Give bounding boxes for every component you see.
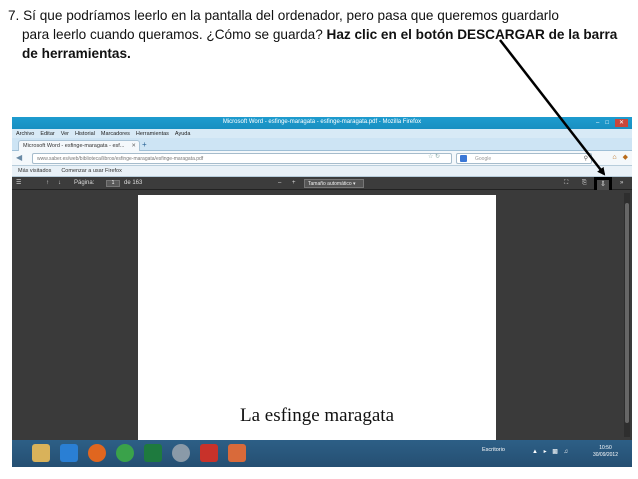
- navigation-bar: ◀ www.saber.es/web/biblioteca/libros/esf…: [12, 151, 632, 166]
- next-page-icon[interactable]: ↓: [58, 180, 61, 187]
- instruction-highlight-end: de herramientas.: [22, 46, 131, 61]
- bookmarks-bar: Más visitados Comenzar a usar Firefox: [12, 166, 632, 177]
- maximize-icon[interactable]: □: [605, 119, 609, 127]
- tab-label: Microsoft Word - esfinge-maragata - esf.…: [23, 143, 125, 149]
- pdf-heading: La esfinge maragata: [239, 405, 395, 426]
- instruction-line-1: 7. Sí que podríamos leerlo en la pantall…: [8, 8, 559, 23]
- media-player-icon[interactable]: [172, 444, 190, 462]
- tab-bar: Microsoft Word - esfinge-maragata - esf.…: [12, 138, 632, 151]
- tab-pdf[interactable]: Microsoft Word - esfinge-maragata - esf.…: [18, 140, 140, 151]
- bookmark-star-icon[interactable]: ☆ ↻: [428, 153, 440, 160]
- internet-explorer-icon[interactable]: [60, 444, 78, 462]
- menu-bar: Archivo Editar Ver Historial Marcadores …: [12, 129, 632, 138]
- page-label: Página:: [74, 180, 95, 186]
- window-title: Microsoft Word - esfinge-maragata - esfi…: [222, 119, 422, 125]
- zoom-in-icon[interactable]: +: [292, 180, 296, 187]
- pdf-page: La esfinge maragata: [138, 195, 496, 440]
- google-icon[interactable]: [460, 155, 467, 162]
- file-explorer-icon[interactable]: [32, 444, 50, 462]
- menu-herramientas[interactable]: Herramientas: [136, 131, 169, 137]
- address-bar[interactable]: www.saber.es/web/biblioteca/libros/esfin…: [32, 153, 452, 164]
- taskbar-desktop-label[interactable]: Escritorio: [482, 447, 505, 453]
- menu-editar[interactable]: Editar: [40, 131, 54, 137]
- instructions: 7. Sí que podríamos leerlo en la pantall…: [8, 6, 632, 63]
- open-file-icon[interactable]: ⎘: [582, 180, 587, 187]
- scrollbar[interactable]: [624, 193, 630, 437]
- download-icon: ⇩: [600, 181, 606, 188]
- system-tray-icons[interactable]: ▲ ▸ ▩ ♫: [532, 448, 570, 455]
- instruction-highlight: Haz clic en el botón DESCARGAR de la bar…: [326, 27, 618, 42]
- filezilla-icon[interactable]: [200, 444, 218, 462]
- taskbar: Escritorio ▲ ▸ ▩ ♫ 10:50 30/09/2012: [12, 440, 632, 467]
- previous-page-icon[interactable]: ↑: [46, 180, 49, 187]
- fullscreen-icon[interactable]: ⛶: [564, 180, 568, 187]
- spreadsheet-icon[interactable]: [144, 444, 162, 462]
- zoom-select[interactable]: Tamaño automático ▾: [304, 179, 364, 188]
- menu-marcadores[interactable]: Marcadores: [101, 131, 130, 137]
- page-number-input[interactable]: 1: [106, 180, 120, 187]
- instruction-line-3: de herramientas.: [8, 44, 632, 63]
- browser-screenshot: Microsoft Word - esfinge-maragata - esfi…: [12, 117, 632, 467]
- new-tab-icon[interactable]: +: [142, 141, 147, 149]
- scrollbar-thumb[interactable]: [625, 203, 629, 423]
- menu-archivo[interactable]: Archivo: [16, 131, 34, 137]
- close-icon[interactable]: ✕: [614, 119, 628, 127]
- search-icon[interactable]: ⚲: [584, 155, 588, 162]
- tab-close-icon[interactable]: ✕: [131, 143, 136, 149]
- firefox-icon[interactable]: [88, 444, 106, 462]
- search-input[interactable]: Google ⚲: [456, 153, 592, 164]
- instruction-line-2: para leerlo cuando queramos. ¿Cómo se gu…: [8, 25, 632, 44]
- powerpoint-icon[interactable]: [228, 444, 246, 462]
- pdf-toolbar: ☰ ↑ ↓ Página: 1 de 163 – + Tamaño automá…: [12, 177, 632, 193]
- more-tools-icon[interactable]: »: [620, 180, 623, 187]
- extension-icon[interactable]: ◆: [623, 154, 628, 162]
- bookmark-most-visited[interactable]: Más visitados: [18, 168, 51, 174]
- url-text: www.saber.es/web/biblioteca/libros/esfin…: [37, 156, 204, 162]
- taskbar-clock[interactable]: 10:50 30/09/2012: [593, 445, 618, 459]
- minimize-icon[interactable]: –: [596, 119, 599, 127]
- window-controls: – □ ✕: [596, 119, 628, 127]
- menu-ayuda[interactable]: Ayuda: [175, 131, 191, 137]
- bookmark-getting-started[interactable]: Comenzar a usar Firefox: [61, 168, 122, 174]
- menu-ver[interactable]: Ver: [61, 131, 69, 137]
- zoom-value: Tamaño automático: [308, 181, 352, 187]
- chrome-icon[interactable]: [116, 444, 134, 462]
- menu-historial[interactable]: Historial: [75, 131, 95, 137]
- nav-tools: ⌂ ◆: [612, 154, 628, 162]
- page-total: de 163: [124, 180, 143, 186]
- sidebar-toggle-icon[interactable]: ☰: [16, 180, 21, 187]
- clock-time: 10:50: [599, 445, 612, 451]
- back-icon[interactable]: ◀: [16, 154, 22, 162]
- clock-date: 30/09/2012: [592, 452, 618, 458]
- zoom-out-icon[interactable]: –: [278, 180, 281, 187]
- search-placeholder: Google: [475, 156, 492, 162]
- home-icon[interactable]: ⌂: [612, 154, 616, 162]
- instruction-text: para leerlo cuando queramos. ¿Cómo se gu…: [22, 27, 327, 42]
